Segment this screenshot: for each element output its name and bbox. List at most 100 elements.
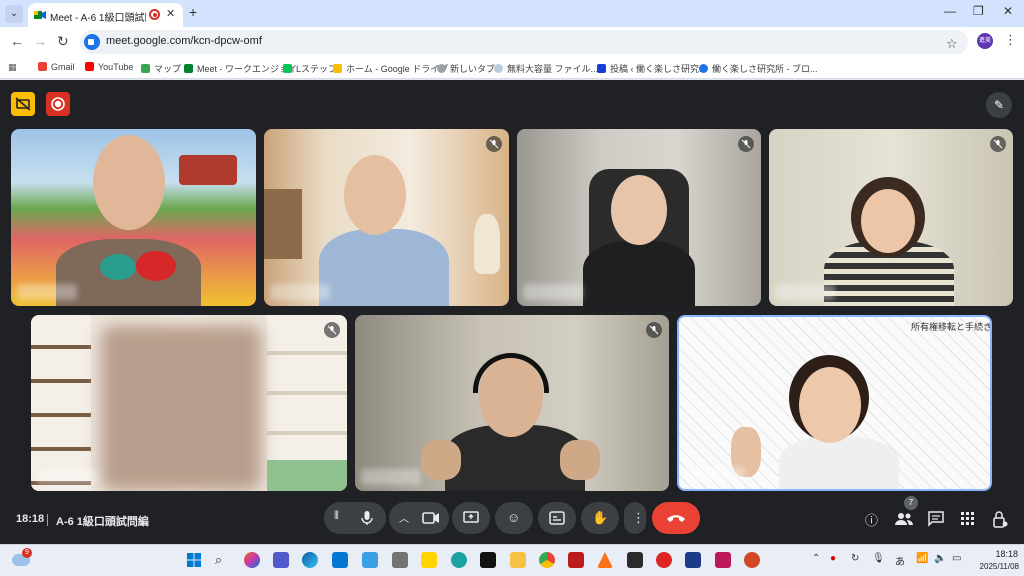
terminal-icon[interactable] (480, 552, 496, 568)
bookmark-file-transfer[interactable]: 無料大容量 ファイル... (494, 62, 598, 75)
app-icon[interactable] (568, 552, 584, 568)
tray-app-icon[interactable]: ● (830, 553, 836, 564)
participant-tile-3[interactable] (517, 129, 761, 306)
microphone-button[interactable]: ⦀ (324, 502, 386, 534)
forward-icon[interactable]: → (33, 33, 47, 49)
bookmark-post[interactable]: 投稿 ‹ 働く楽しさ研究... (597, 62, 707, 75)
new-tab-button[interactable]: + (189, 4, 197, 20)
activities-grid-icon[interactable] (961, 512, 975, 526)
participant-name-3 (523, 284, 583, 300)
participant-tile-6[interactable] (355, 315, 669, 491)
battery-icon[interactable]: ▭ (952, 553, 961, 564)
powerpoint-icon[interactable] (744, 552, 760, 568)
profile-avatar[interactable]: 進美 (977, 33, 993, 49)
meeting-clock: 18:18 (16, 513, 45, 525)
vlc-icon[interactable] (597, 552, 613, 568)
teams-icon[interactable] (273, 552, 289, 568)
site-info-icon[interactable] (84, 34, 100, 50)
volume-icon[interactable]: 🔈 (934, 553, 946, 564)
restore-icon[interactable]: ❐ (973, 4, 984, 18)
taskbar-date[interactable]: 2025/11/08 (965, 562, 1019, 571)
captions-button[interactable] (538, 502, 576, 534)
windows-start-icon[interactable] (186, 552, 202, 568)
participant-face (344, 155, 406, 235)
file-explorer-icon[interactable] (510, 552, 526, 568)
muted-indicator (646, 322, 662, 338)
outlook-icon[interactable] (332, 552, 348, 568)
hand-icon: ✋ (592, 510, 609, 525)
maps-icon (141, 64, 150, 73)
tray-overflow-icon[interactable]: ⌃ (812, 553, 820, 564)
tab-meet[interactable]: Meet - A-6 1級口頭試問編 ✕ (28, 3, 183, 27)
notepad-icon[interactable] (362, 552, 378, 568)
participant-name-6 (361, 469, 421, 485)
recording-button[interactable] (46, 92, 70, 116)
divider (47, 514, 48, 526)
apps-grid-icon[interactable]: ▦ (8, 62, 17, 73)
tray-mic-icon[interactable]: 🎙 (872, 553, 885, 564)
reload-icon[interactable]: ↻ (57, 33, 69, 50)
back-icon[interactable]: ← (10, 33, 24, 49)
bookmark-lstep[interactable]: Lステップ (283, 62, 337, 75)
app-icon[interactable] (715, 552, 731, 568)
mic-off-icon (993, 139, 1003, 149)
bookmark-gmail[interactable]: Gmail (38, 62, 75, 72)
app-icon[interactable] (451, 552, 467, 568)
participant-tile-2[interactable] (264, 129, 509, 306)
call-controls: 18:18 A-6 1級口頭試問編 ⦀ ︿ ☺ ✋ ⋮ ⓘ 7 (0, 496, 1024, 544)
meeting-info-icon[interactable]: ⓘ (865, 510, 878, 529)
address-bar[interactable]: meet.google.com/kcn-dpcw-omf ☆ (80, 30, 968, 54)
app-icon[interactable] (627, 552, 643, 568)
meet-favicon-icon (34, 11, 46, 19)
ime-indicator[interactable]: あ (895, 553, 905, 568)
participant-video (583, 241, 695, 306)
reactions-button[interactable]: ☺ (495, 502, 533, 534)
raise-hand-button[interactable]: ✋ (581, 502, 619, 534)
copilot-icon[interactable] (244, 552, 260, 568)
participant-face (611, 175, 667, 245)
bookmark-blog[interactable]: 働く楽しさ研究所 - ブロ... (699, 62, 818, 75)
participant-face (861, 189, 915, 253)
participant-tile-1[interactable] (11, 129, 256, 306)
sticky-notes-icon[interactable] (421, 552, 437, 568)
app-icon[interactable] (656, 552, 672, 568)
close-window-icon[interactable]: ✕ (1003, 4, 1013, 18)
calculator-icon[interactable] (392, 552, 408, 568)
pen-icon[interactable]: ✎ (986, 92, 1012, 118)
bookmark-meet[interactable]: Meet - ワークエンジョイ (184, 62, 297, 75)
yayoi-icon[interactable] (685, 552, 701, 568)
present-screen-button[interactable] (452, 502, 490, 534)
bookshelf (31, 315, 91, 491)
people-icon[interactable] (895, 512, 913, 526)
browser-window: ⌄ Meet - A-6 1級口頭試問編 ✕ + — ❐ ✕ ← → ↻ mee… (0, 0, 1024, 80)
leave-call-button[interactable] (652, 502, 700, 534)
minimize-icon[interactable]: — (944, 4, 956, 18)
more-vert-icon: ⋮ (632, 510, 645, 525)
chat-icon[interactable] (928, 511, 944, 527)
couch (267, 460, 347, 491)
camera-button[interactable]: ︿ (389, 502, 449, 534)
tab-search-icon[interactable]: ⌄ (5, 5, 23, 23)
search-icon[interactable]: ⌕ (215, 552, 231, 568)
sync-icon[interactable]: ↻ (851, 553, 859, 564)
bookmark-star-icon[interactable]: ☆ (946, 36, 958, 52)
captions-off-button[interactable] (11, 92, 35, 116)
drive-icon (333, 64, 342, 73)
participant-tile-7-speaking[interactable]: 所有権移転と手続き (677, 315, 992, 491)
browser-menu-icon[interactable]: ⋮ (1004, 32, 1017, 48)
participant-tile-4[interactable] (769, 129, 1013, 306)
url-text: meet.google.com/kcn-dpcw-omf (106, 35, 262, 47)
edge-icon[interactable] (302, 552, 318, 568)
bookmark-drive[interactable]: ホーム - Google ドライブ (333, 62, 448, 75)
tab-close-icon[interactable]: ✕ (166, 7, 175, 20)
chrome-icon[interactable] (539, 552, 555, 568)
participant-tile-5[interactable] (31, 315, 347, 491)
taskbar-time[interactable]: 18:18 (988, 549, 1018, 559)
bookmark-youtube[interactable]: YouTube (85, 62, 133, 72)
more-options-button[interactable]: ⋮ (624, 502, 646, 534)
wifi-icon[interactable]: 📶 (916, 553, 928, 564)
host-controls-lock-icon[interactable] (992, 510, 1008, 528)
bookmark-maps[interactable]: マップ (141, 62, 181, 75)
bookmark-newtab[interactable]: 新しいタブ (437, 62, 495, 75)
lamp (474, 214, 500, 274)
